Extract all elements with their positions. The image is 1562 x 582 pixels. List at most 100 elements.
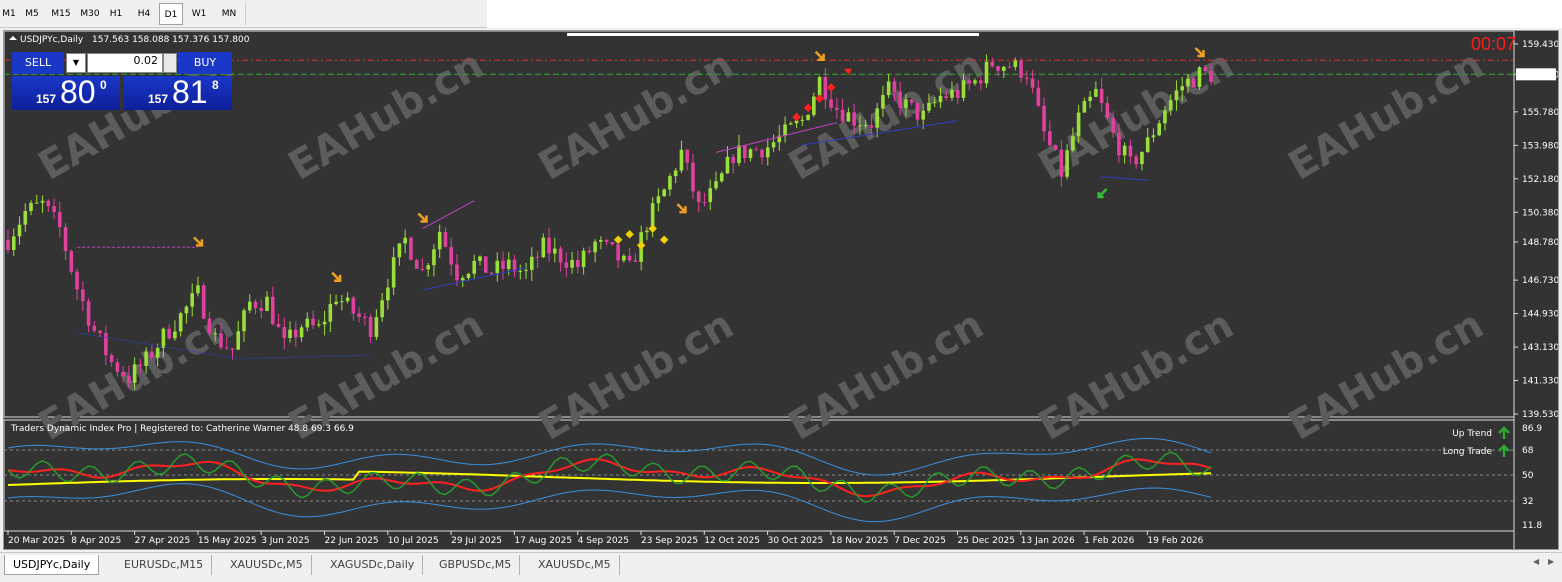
- timeframe-m30[interactable]: M30: [78, 3, 102, 25]
- candle-body: [1036, 87, 1041, 106]
- sell-price-box[interactable]: 157 80 0: [12, 74, 120, 110]
- candle-body: [1209, 70, 1213, 82]
- candle-body: [190, 293, 194, 307]
- candle-body: [1157, 123, 1161, 136]
- chart-tab-5[interactable]: XAUUSDc,M5: [530, 555, 620, 575]
- timeframe-mn[interactable]: MN: [216, 3, 242, 25]
- date-axis-label: 1 Feb 2026: [1084, 536, 1135, 546]
- candle-body: [737, 145, 741, 163]
- candle-body: [426, 265, 430, 270]
- candle-body: [374, 317, 379, 337]
- candle-body: [955, 89, 960, 98]
- candle-body: [466, 273, 471, 278]
- candle-body: [322, 321, 327, 325]
- candle-body: [863, 125, 868, 127]
- candle-body: [1076, 112, 1081, 137]
- candle-body: [622, 255, 626, 261]
- candle-body: [714, 181, 718, 189]
- price-axis-label: 159.430: [1522, 40, 1558, 50]
- candle-body: [288, 329, 292, 338]
- candle-body: [691, 162, 695, 192]
- lot-size-input[interactable]: 0.02: [87, 53, 163, 73]
- candle-body: [852, 112, 856, 126]
- candle-body: [98, 330, 102, 334]
- timeframe-m5[interactable]: M5: [20, 3, 44, 25]
- candle-body: [547, 237, 551, 254]
- chart-canvas[interactable]: EAHub.cn EAHub.cn EAHub.cn EAHub.cn EAHub.cn…: [4, 31, 1558, 549]
- timeframe-h4[interactable]: H4: [132, 3, 156, 25]
- candle-body: [17, 224, 22, 237]
- candle-body: [501, 260, 505, 269]
- buy-price-box[interactable]: 157 81 8: [124, 74, 232, 110]
- candle-body: [898, 91, 902, 108]
- candle-body: [109, 355, 114, 363]
- candle-body: [1111, 117, 1115, 134]
- price-axis-label: 153.980: [1522, 141, 1558, 151]
- candle-body: [155, 347, 160, 358]
- current-price-label: 157.800: [1522, 70, 1558, 80]
- chart-tab-1[interactable]: EURUSDc,M15: [116, 555, 213, 575]
- candle-body: [553, 248, 557, 254]
- candle-body: [886, 81, 891, 96]
- candle-body: [783, 124, 787, 136]
- timeframe-w1[interactable]: W1: [186, 3, 212, 25]
- candle-body: [219, 333, 223, 348]
- buy-button[interactable]: BUY: [178, 52, 232, 74]
- price-axis-label: 152.180: [1522, 175, 1558, 185]
- candle-body: [1180, 86, 1185, 91]
- chart-tab-4[interactable]: GBPUSDc,M5: [431, 555, 521, 575]
- tab-scroll-left-icon[interactable]: ◀: [1533, 557, 1539, 566]
- candle-body: [1099, 88, 1104, 103]
- candle-body: [334, 301, 338, 305]
- timeframe-d1[interactable]: D1: [159, 3, 183, 25]
- candle-body: [270, 296, 275, 324]
- candle-body: [317, 324, 321, 326]
- timeframe-h1[interactable]: H1: [104, 3, 128, 25]
- candle-body: [1048, 131, 1052, 146]
- sell-price-big: 80: [60, 74, 96, 110]
- timeframe-m1[interactable]: M1: [0, 3, 18, 25]
- candle-body: [627, 255, 632, 261]
- buy-price-big: 81: [172, 74, 208, 110]
- candle-body: [1065, 150, 1069, 177]
- candle-body: [46, 200, 51, 207]
- chart-tab-2[interactable]: XAUUSDc,M5: [222, 555, 312, 575]
- candle-body: [806, 114, 810, 120]
- chart-tab-0[interactable]: USDJPYc,Daily: [4, 555, 100, 575]
- candle-body: [443, 232, 448, 247]
- timeframe-m15[interactable]: M15: [47, 3, 75, 25]
- indicator-plot-area[interactable]: [4, 419, 1515, 532]
- chart-window[interactable]: EAHub.cn EAHub.cn EAHub.cn EAHub.cn EAHub.cn…: [3, 30, 1559, 550]
- price-axis-label: 139.530: [1522, 410, 1558, 420]
- candle-body: [483, 256, 488, 273]
- candle-body: [299, 327, 304, 338]
- lot-dropdown-arrow[interactable]: ▼: [66, 53, 86, 73]
- chart-symbol-header: USDJPYc,Daily: [20, 35, 84, 45]
- tab-scroll-right-icon[interactable]: ▶: [1548, 557, 1554, 566]
- candle-body: [541, 237, 546, 258]
- date-axis-label: 8 Apr 2025: [71, 536, 121, 546]
- chart-tab-3[interactable]: XAGUSDc,Daily: [322, 555, 424, 575]
- candle-body: [242, 310, 246, 332]
- candle-body: [748, 149, 753, 158]
- candle-body: [978, 80, 983, 84]
- candle-body: [535, 256, 540, 258]
- date-axis-label: 4 Sep 2025: [578, 536, 629, 546]
- candle-body: [1186, 78, 1190, 87]
- sell-price-prefix: 157: [36, 92, 57, 106]
- candle-body: [207, 318, 212, 334]
- date-axis-label: 3 Jun 2025: [261, 536, 309, 546]
- candle-body: [1042, 105, 1046, 132]
- candle-body: [58, 211, 62, 228]
- price-axis-label: 146.730: [1522, 276, 1558, 286]
- candle-body: [1071, 136, 1075, 151]
- lot-spinner[interactable]: [163, 53, 177, 73]
- candle-body: [29, 202, 33, 212]
- candle-body: [1094, 88, 1098, 97]
- price-axis-label: 144.930: [1522, 310, 1558, 320]
- candle-body: [276, 323, 281, 328]
- sell-button[interactable]: SELL: [12, 52, 64, 74]
- price-axis-label: 143.130: [1522, 343, 1558, 353]
- chart-scroll-indicator: [567, 33, 979, 36]
- candle-body: [351, 297, 356, 314]
